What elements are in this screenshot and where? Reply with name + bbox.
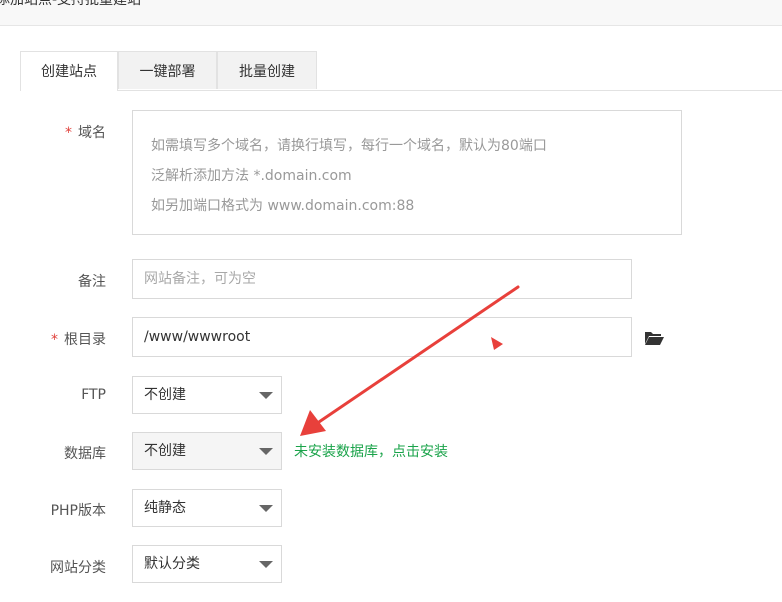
tab-bar: 创建站点 一键部署 批量创建: [20, 51, 782, 91]
database-label: 数据库: [64, 446, 106, 462]
chevron-down-icon: [259, 505, 273, 512]
domain-label: * 域名: [18, 122, 106, 142]
tab-create-site[interactable]: 创建站点: [20, 51, 118, 91]
site-category-label: 网站分类: [50, 560, 106, 576]
ftp-label: FTP: [81, 387, 106, 403]
php-version-selected-value: 纯静态: [144, 500, 186, 516]
folder-open-icon[interactable]: [644, 330, 664, 346]
tab-batch-create[interactable]: 批量创建: [217, 51, 317, 89]
dialog-title: 添加站点-支持批量建站: [0, 0, 142, 8]
root-label: * 根目录: [18, 329, 106, 349]
remark-label: 备注: [78, 274, 106, 290]
dialog-titlebar: 添加站点-支持批量建站: [0, 0, 782, 26]
site-category-select[interactable]: 默认分类: [132, 545, 282, 583]
required-mark: *: [51, 332, 58, 348]
ftp-selected-value: 不创建: [144, 387, 186, 403]
domain-placeholder-line-3: 如另加端口格式为 www.domain.com:88: [151, 198, 415, 214]
chevron-down-icon: [259, 392, 273, 399]
php-version-select[interactable]: 纯静态: [132, 489, 282, 527]
required-mark: *: [65, 125, 72, 141]
domain-placeholder-line-1: 如需填写多个域名，请换行填写，每行一个域名，默认为80端口: [151, 138, 547, 154]
database-select[interactable]: 不创建: [132, 432, 282, 470]
database-selected-value: 不创建: [144, 443, 186, 459]
chevron-down-icon: [259, 561, 273, 568]
annotation-arrow-head: [300, 410, 326, 436]
root-label-text: 根目录: [64, 332, 106, 348]
domain-label-text: 域名: [78, 125, 106, 141]
remark-input[interactable]: 网站备注，可为空: [132, 259, 632, 299]
install-database-link[interactable]: 未安装数据库，点击安装: [294, 441, 448, 461]
tab-one-click-deploy[interactable]: 一键部署: [118, 51, 217, 89]
php-version-label: PHP版本: [50, 503, 106, 519]
ftp-select[interactable]: 不创建: [132, 376, 282, 414]
site-category-selected-value: 默认分类: [144, 556, 200, 572]
domain-placeholder-line-2: 泛解析添加方法 *.domain.com: [151, 168, 352, 184]
chevron-down-icon: [259, 448, 273, 455]
root-dir-input[interactable]: /www/wwwroot: [132, 317, 632, 357]
domain-textarea[interactable]: 如需填写多个域名，请换行填写，每行一个域名，默认为80端口 泛解析添加方法 *.…: [132, 110, 682, 235]
